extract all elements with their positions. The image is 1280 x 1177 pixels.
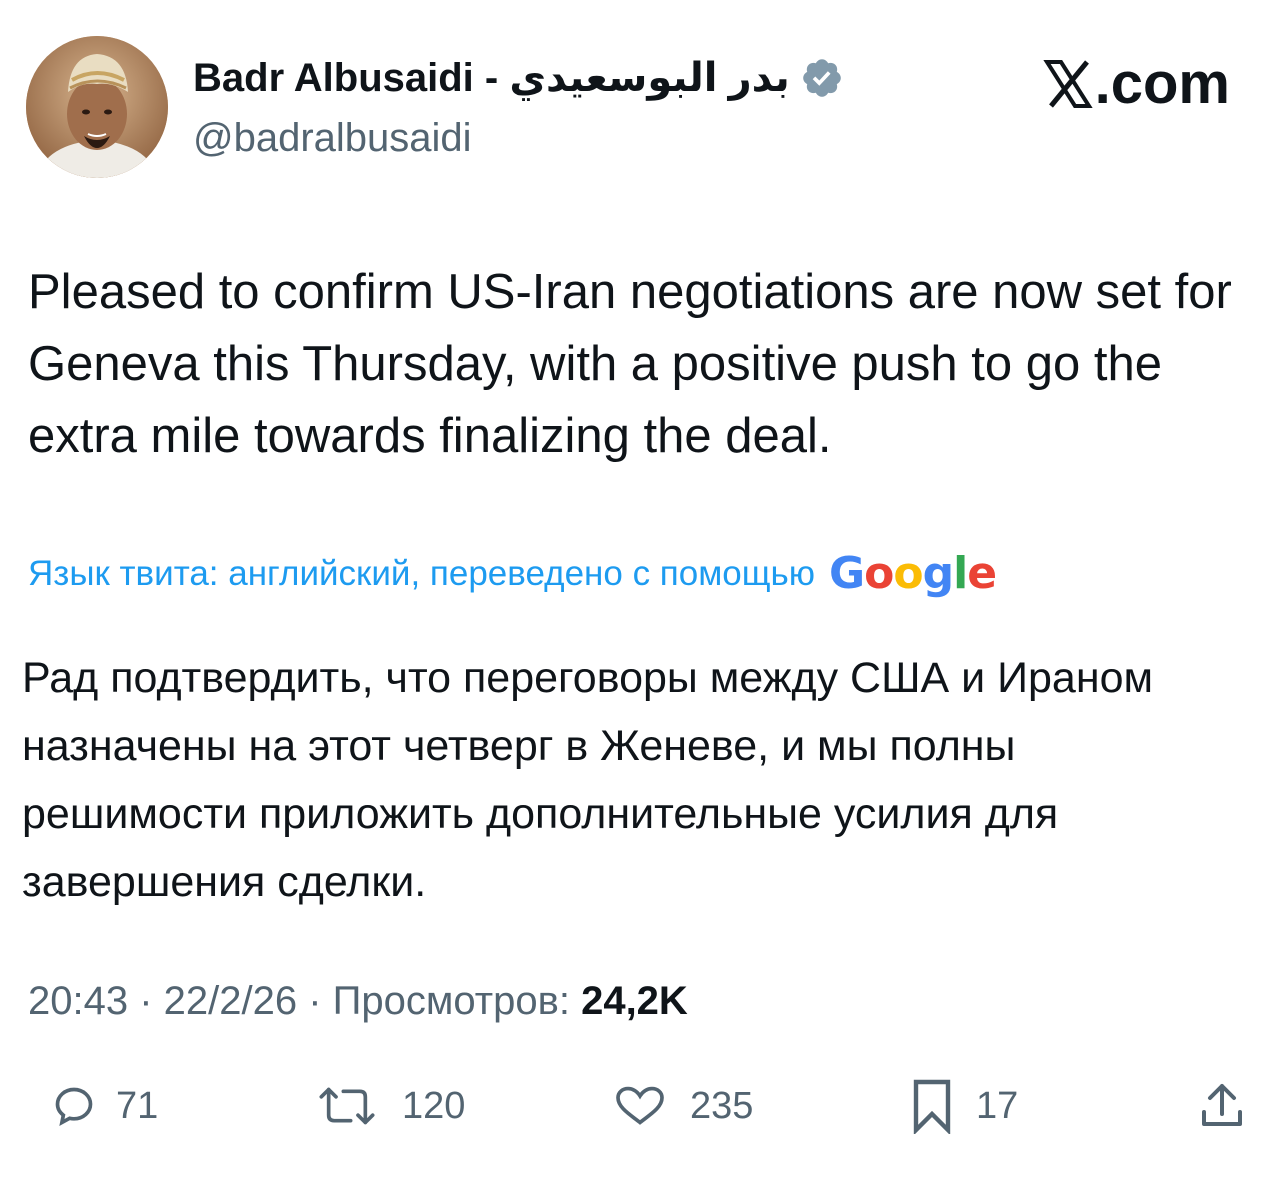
repost-icon [312, 1084, 382, 1128]
google-logo: Google [829, 548, 997, 599]
share-button[interactable] [1198, 1068, 1246, 1144]
views-label: Просмотров: [332, 979, 582, 1023]
author-avatar[interactable] [26, 36, 168, 178]
repost-count: 120 [402, 1084, 466, 1127]
share-icon [1198, 1080, 1246, 1132]
author-handle[interactable]: @badralbusaidi [193, 112, 472, 164]
views-count: 24,2K [581, 979, 688, 1023]
tweet-meta: 20:43 · 22/2/26 · Просмотров: 24,2K [28, 974, 688, 1028]
tweet-date[interactable]: 22/2/26 [164, 979, 297, 1023]
like-count: 235 [690, 1084, 754, 1127]
reply-button[interactable]: 71 [52, 1068, 158, 1144]
x-com-brand: .com [1042, 51, 1230, 116]
heart-icon [610, 1084, 670, 1128]
x-logo-icon [1042, 58, 1093, 110]
translation-notice[interactable]: Язык твита: английский, переведено с пом… [28, 548, 997, 600]
meta-separator: · [128, 979, 164, 1023]
bookmark-count: 17 [976, 1084, 1019, 1127]
repost-button[interactable]: 120 [312, 1068, 465, 1144]
reply-count: 71 [116, 1084, 159, 1127]
tweet-time[interactable]: 20:43 [28, 979, 128, 1023]
action-bar: 71 120 235 17 [0, 1068, 1280, 1144]
author-name[interactable]: Badr Albusaidi - بدر البوسعيدي [193, 52, 844, 104]
reply-icon [52, 1084, 96, 1128]
brand-domain: .com [1094, 51, 1230, 116]
translation-notice-text: Язык твита: английский, переведено с пом… [28, 554, 816, 593]
bookmark-icon [908, 1078, 956, 1134]
like-button[interactable]: 235 [610, 1068, 753, 1144]
meta-separator: · [297, 979, 333, 1023]
translated-text: Рад подтвердить, что переговоры между СШ… [22, 654, 1154, 906]
tweet-text: Pleased to confirm US-Iran negotiations … [28, 265, 1232, 463]
verified-badge-icon [800, 56, 844, 100]
bookmark-button[interactable]: 17 [908, 1068, 1018, 1144]
author-name-text: Badr Albusaidi - بدر البوسعيدي [193, 56, 790, 100]
